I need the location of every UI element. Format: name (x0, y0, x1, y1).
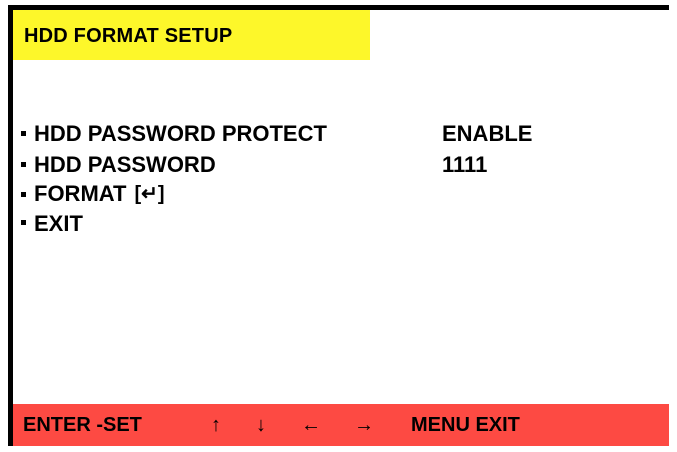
menu-item-hdd-password[interactable]: HDD PASSWORD 1111 (13, 149, 653, 180)
enter-icon[interactable]: [↵] (134, 180, 164, 208)
menu-item-hdd-password-protect[interactable]: HDD PASSWORD PROTECT ENABLE (13, 118, 653, 149)
arrow-up-icon: ↑ (211, 413, 221, 437)
bullet-icon (21, 192, 26, 197)
menu-item-exit[interactable]: EXIT (13, 208, 653, 239)
arrow-down-icon: ↓ (256, 413, 266, 437)
menu-item-format[interactable]: FORMAT [↵] (13, 180, 653, 208)
bullet-icon (21, 220, 26, 225)
enter-set-hint: ENTER -SET (23, 413, 142, 437)
bullet-icon (21, 162, 26, 167)
page-title: HDD FORMAT SETUP (24, 25, 232, 48)
hdd-password-value[interactable]: 1111 (442, 149, 487, 180)
menu-item-label: FORMAT [↵] (34, 180, 165, 208)
menu-item-label: HDD PASSWORD PROTECT (34, 118, 327, 149)
hdd-password-protect-value[interactable]: ENABLE (442, 118, 532, 149)
format-label: FORMAT (34, 181, 126, 206)
title-bar: HDD FORMAT SETUP (13, 10, 370, 60)
menu-item-label: EXIT (34, 208, 83, 239)
bullet-icon (21, 131, 26, 136)
help-bar: ENTER -SET ↑ ↓ ← → MENU EXIT (13, 404, 669, 446)
menu-item-label: HDD PASSWORD (34, 149, 216, 180)
osd-screen: HDD FORMAT SETUP HDD PASSWORD PROTECT EN… (13, 10, 669, 446)
arrow-left-icon: ← (301, 413, 321, 437)
setup-menu: HDD PASSWORD PROTECT ENABLE HDD PASSWORD… (13, 118, 653, 239)
arrow-right-icon: → (354, 413, 374, 437)
menu-exit-hint: MENU EXIT (411, 413, 520, 437)
